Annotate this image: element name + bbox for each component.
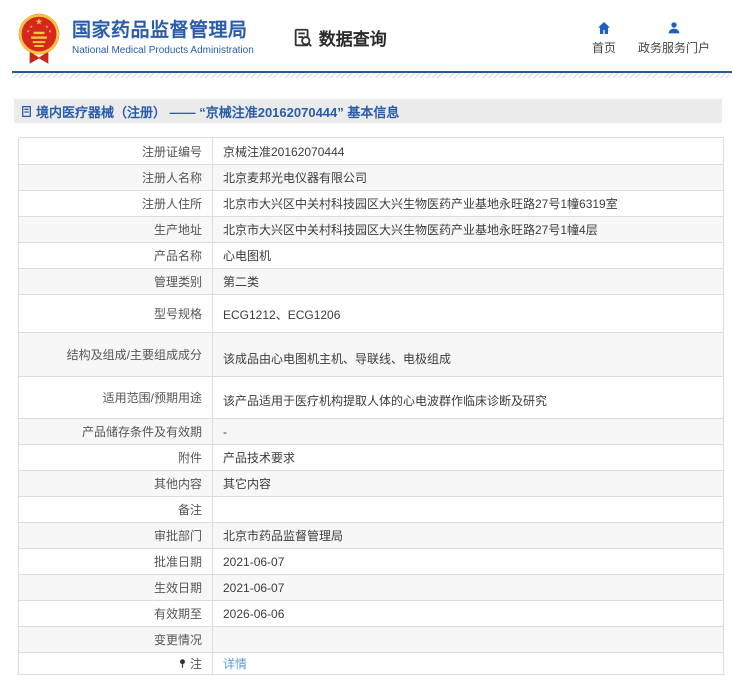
row-label: 注册人名称 [19,165,213,190]
row-label: 管理类别 [19,269,213,294]
svg-text:★: ★ [29,23,33,28]
document-icon [20,105,33,118]
svg-text:★: ★ [35,16,43,26]
table-row: 其他内容其它内容 [19,470,723,496]
table-row: 生效日期2021-06-07 [19,574,723,600]
info-table: 注册证编号京械注准20162070444注册人名称北京麦邦光电仪器有限公司注册人… [18,137,724,675]
row-value [213,497,723,522]
breadcrumb: 境内医疗器械（注册） —— “京械注准20162070444” 基本信息 [14,99,722,123]
table-row: 注册证编号京械注准20162070444 [19,138,723,164]
row-label: 注册证编号 [19,138,213,164]
row-label: 其他内容 [19,471,213,496]
home-icon [596,20,612,36]
nav-home-label: 首页 [592,39,616,56]
row-label: 生产地址 [19,217,213,242]
header-nav: 首页 政务服务门户 [592,20,710,56]
row-value: 该产品适用于医疗机构提取人体的心电波群作临床诊断及研究 [213,377,723,418]
table-row: 备注 [19,496,723,522]
table-row: 生产地址北京市大兴区中关村科技园区大兴生物医药产业基地永旺路27号1幢4层 [19,216,723,242]
svg-text:★: ★ [48,28,52,33]
table-row: 适用范围/预期用途该产品适用于医疗机构提取人体的心电波群作临床诊断及研究 [19,376,723,418]
row-value: 2021-06-07 [213,575,723,600]
header-hatch-strip [12,73,732,78]
nav-home[interactable]: 首页 [592,20,616,56]
row-label: 批准日期 [19,549,213,574]
row-label: 注 [19,653,213,674]
row-label: 备注 [19,497,213,522]
row-label: 变更情况 [19,627,213,652]
table-row: 注册人名称北京麦邦光电仪器有限公司 [19,164,723,190]
row-label: 生效日期 [19,575,213,600]
data-query-icon [292,27,314,49]
row-label: 注册人住所 [19,191,213,216]
table-row: 产品储存条件及有效期- [19,418,723,444]
row-value: 京械注准20162070444 [213,138,723,164]
row-label: 有效期至 [19,601,213,626]
row-value: 北京市药品监督管理局 [213,523,723,548]
nav-service-portal-label: 政务服务门户 [638,39,710,56]
site-header: ★ ★ ★ ★ ★ 国家药品监督管理局 National Medical Pro… [0,0,732,71]
breadcrumb-text: 境内医疗器械（注册） —— “京械注准20162070444” 基本信息 [36,102,399,121]
site-title: 国家药品监督管理局 [72,19,254,43]
row-value: 详情 [213,653,723,674]
data-query-label: 数据查询 [319,25,387,50]
table-row: 注册人住所北京市大兴区中关村科技园区大兴生物医药产业基地永旺路27号1幢6319… [19,190,723,216]
table-row: 变更情况 [19,626,723,652]
table-row: 型号规格ECG1212、ECG1206 [19,294,723,332]
brand-block: 国家药品监督管理局 National Medical Products Admi… [72,19,254,56]
row-value: 北京麦邦光电仪器有限公司 [213,165,723,190]
table-row: 审批部门北京市药品监督管理局 [19,522,723,548]
row-value: 心电图机 [213,243,723,268]
row-label: 审批部门 [19,523,213,548]
row-value: 第二类 [213,269,723,294]
details-link[interactable]: 详情 [223,655,247,672]
nav-service-portal[interactable]: 政务服务门户 [638,20,710,56]
user-icon [666,20,682,36]
row-label: 产品名称 [19,243,213,268]
table-row: 注详情 [19,652,723,674]
row-label: 适用范围/预期用途 [19,377,213,418]
row-label: 型号规格 [19,295,213,332]
row-label: 产品储存条件及有效期 [19,419,213,444]
table-row: 批准日期2021-06-07 [19,548,723,574]
row-value [213,627,723,652]
table-row: 有效期至2026-06-06 [19,600,723,626]
table-row: 结构及组成/主要组成成分该成品由心电图机主机、导联线、电极组成 [19,332,723,376]
row-value: 其它内容 [213,471,723,496]
row-value: 该成品由心电图机主机、导联线、电极组成 [213,333,723,376]
note-pin-icon [177,658,188,669]
data-query-entry[interactable]: 数据查询 [292,25,387,50]
row-label: 结构及组成/主要组成成分 [19,333,213,376]
table-row: 附件产品技术要求 [19,444,723,470]
row-value: 北京市大兴区中关村科技园区大兴生物医药产业基地永旺路27号1幢4层 [213,217,723,242]
svg-text:★: ★ [26,28,30,33]
row-value: - [213,419,723,444]
table-row: 产品名称心电图机 [19,242,723,268]
row-value: ECG1212、ECG1206 [213,295,723,332]
row-value: 2026-06-06 [213,601,723,626]
row-value: 北京市大兴区中关村科技园区大兴生物医药产业基地永旺路27号1幢6319室 [213,191,723,216]
row-value: 2021-06-07 [213,549,723,574]
row-label: 附件 [19,445,213,470]
national-emblem-logo: ★ ★ ★ ★ ★ [14,10,64,66]
table-row: 管理类别第二类 [19,268,723,294]
row-value: 产品技术要求 [213,445,723,470]
site-subtitle: National Medical Products Administration [72,45,254,56]
